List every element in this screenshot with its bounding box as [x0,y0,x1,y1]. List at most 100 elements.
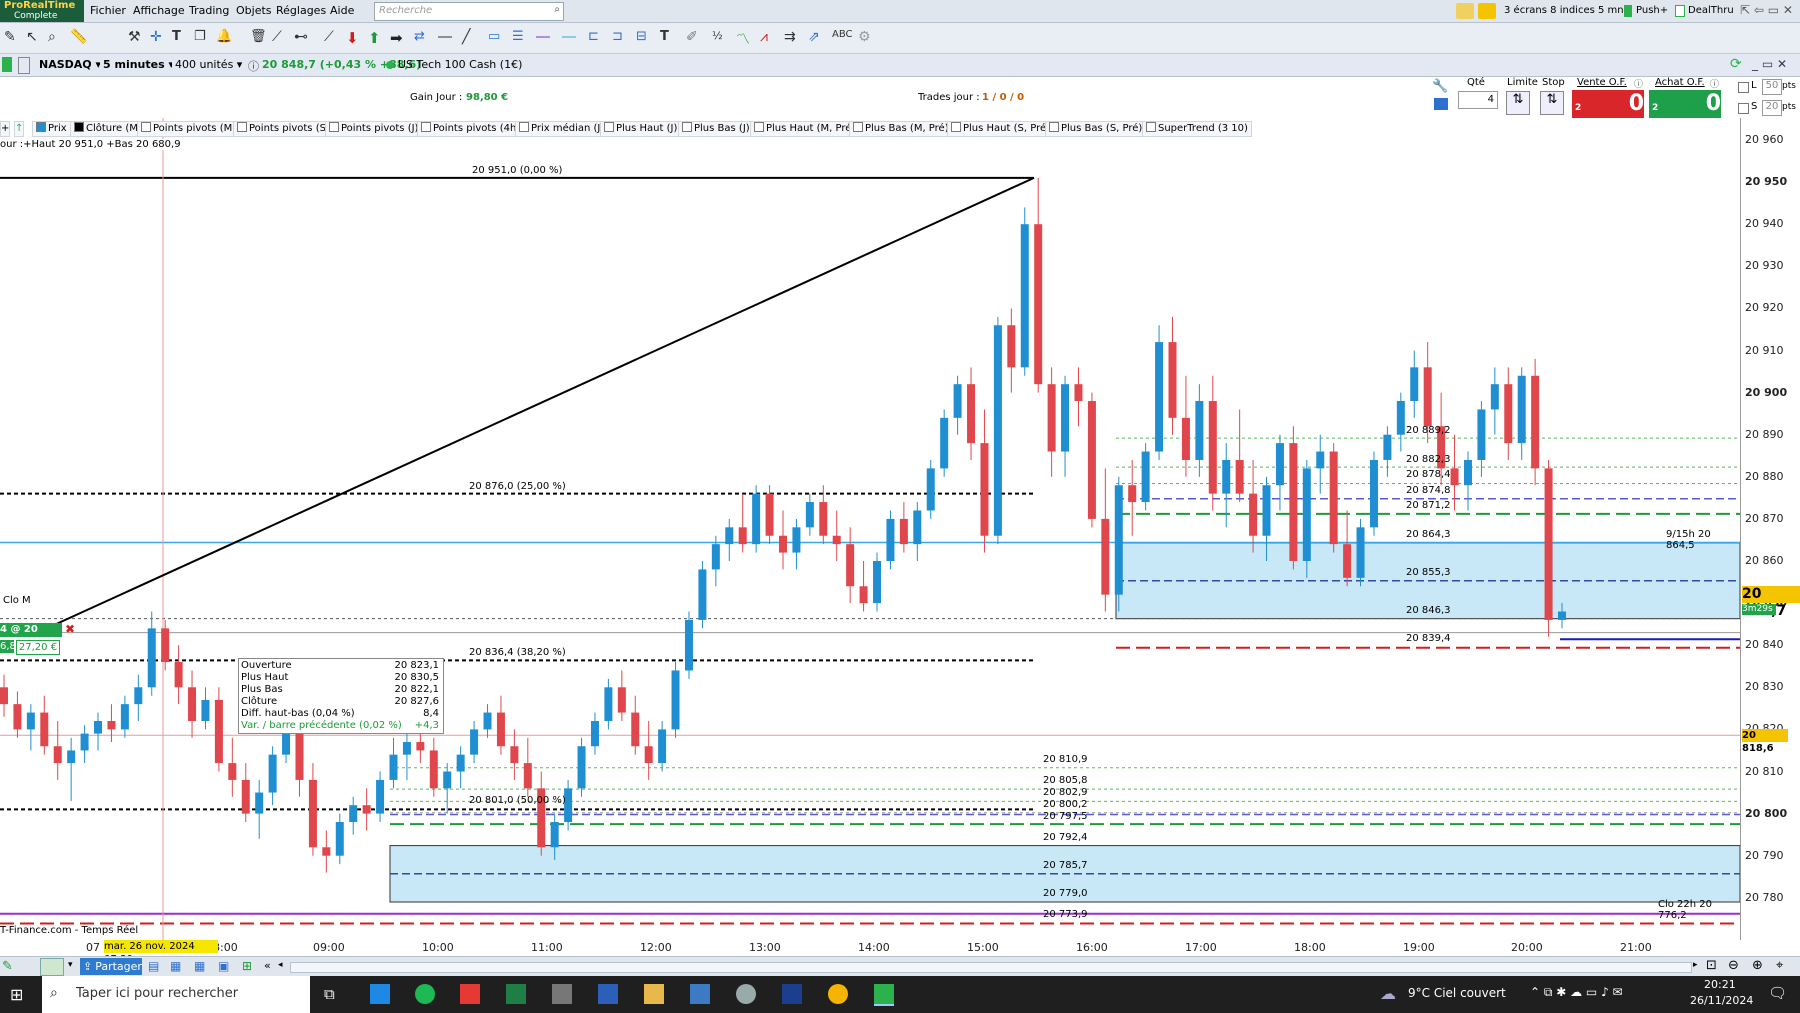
units-dropdown[interactable]: 400 unités ▾ [172,57,246,73]
clock-date[interactable]: 26/11/2024 [1690,994,1753,1007]
table-icon[interactable]: ▦ [194,959,205,973]
legend-supertrend[interactable]: SuperTrend (3 10) [1142,121,1252,137]
time-axis[interactable]: 07 08:00 09:00 10:00 11:00 12:00 13:00 14:00 15:… [0,940,1740,965]
pen-small-icon[interactable]: ✎ [2,959,13,974]
link-icon[interactable] [2,57,12,72]
bell-icon[interactable]: 🔔 [216,29,232,45]
clock-time[interactable]: 20:21 [1704,978,1736,991]
stop-order-button[interactable]: ⇅ [1540,91,1564,115]
indicator-icon[interactable]: ⊞ [242,959,252,973]
legend-low-m-pre[interactable]: Plus Bas (M, Pré) [849,121,953,137]
zoom-out-icon[interactable]: ⊖ [1728,958,1739,973]
info-icon[interactable]: ⓘ [248,58,259,74]
share-button[interactable]: ⇪ Partager [80,958,142,975]
sell-arrow-icon[interactable]: ⬇ [346,29,362,47]
legend-high-j[interactable]: Plus Haut (J) [600,121,682,137]
menu-affichage[interactable]: Affichage [133,4,185,17]
legend-pivots-j[interactable]: Points pivots (J) [325,121,423,137]
notification-icon[interactable]: 🗨 [1768,984,1787,1002]
refresh-icon[interactable]: ⟳ [1730,56,1742,72]
zoom-fit-icon[interactable]: ⊡ [1706,958,1717,973]
close-position-icon[interactable]: ✖ [65,622,75,636]
segment-icon[interactable]: ⊷ [294,29,310,45]
right-arrow-icon[interactable]: ➡ [390,29,406,47]
weather-icon[interactable]: ☁ [1380,984,1396,1003]
alert-icon[interactable] [1456,3,1474,19]
weather-text[interactable]: 9°C Ciel couvert [1408,986,1506,1000]
cursor-icon[interactable]: ↖ [26,29,42,45]
legend-cloture-m[interactable]: Clôture (M) [70,121,146,137]
zoom-in-icon[interactable]: ⊕ [1752,958,1763,973]
chart-canvas[interactable] [0,118,1740,940]
text-box-icon[interactable]: T [660,29,676,45]
trash-icon[interactable]: 🗑 [250,29,267,45]
calculator-icon[interactable] [1434,98,1448,110]
search-icon[interactable]: ⌕ [554,4,560,15]
qty-input[interactable]: 4 [1458,91,1498,109]
abc-icon[interactable]: ABC [832,29,853,45]
parallel-icon[interactable]: ⇉ [784,29,800,45]
lock-icon[interactable] [18,57,30,74]
short-checkbox[interactable] [1738,103,1749,114]
zoom-icon[interactable]: ⌕ [48,29,64,45]
scroll-back-icon[interactable]: « [264,959,271,972]
legend-up-icon[interactable]: ↑ [14,121,24,137]
print-icon[interactable]: ▤ [148,959,159,973]
channel-icon[interactable]: ⇄ [414,29,430,45]
ruler-icon[interactable]: 📏 [70,29,87,45]
pencil-icon[interactable]: ✐ [686,29,702,45]
chart-type-icon[interactable] [40,958,64,976]
scroll-left-icon[interactable]: ◂ [278,960,283,970]
position-tag[interactable]: 4 @ 20 841,4 [0,623,62,649]
calculator-app-icon[interactable] [690,984,710,1004]
ig-app-icon[interactable] [460,984,480,1004]
files-app-icon[interactable] [552,984,572,1004]
screens-info[interactable]: 3 écrans 8 indices 5 mn [1504,5,1624,16]
price-axis[interactable]: 20 960 20 950 20 940 20 930 20 920 20 910 20 9… [1740,118,1800,940]
price-chart[interactable]: + ↑ Prix Clôture (M) Points pivots (M) P… [0,118,1740,940]
purple-line-icon[interactable]: ― [536,29,552,45]
spotify-app-icon[interactable] [415,984,435,1004]
projection-icon[interactable]: ⇗ [808,29,824,45]
range-icon[interactable]: ⊐ [612,29,628,45]
wave-icon[interactable]: 〽 [736,29,752,48]
buy-info-icon[interactable]: ⓘ [1710,77,1719,90]
long-pts-input[interactable]: 50 [1762,79,1782,95]
measure-icon[interactable]: ⊟ [636,29,652,45]
rectangle-icon[interactable]: ▭ [488,29,504,45]
window-small-controls-icon[interactable]: _ ▭ ✕ [1752,57,1787,71]
short-pts-input[interactable]: 20 [1762,100,1782,116]
timeframe-dropdown[interactable]: 5 minutes ▾ [100,57,178,73]
layout-icon[interactable]: ▣ [218,959,229,973]
legend-pivots-4h[interactable]: Points pivots (4h) [417,121,525,137]
vscode-app-icon[interactable] [782,984,802,1004]
menu-fichier[interactable]: Fichier [90,4,126,17]
windows-start-icon[interactable]: ⊞ [10,985,23,1004]
menu-reglages[interactable]: Réglages [276,4,326,17]
long-checkbox[interactable] [1738,82,1749,93]
window-controls-icon[interactable]: ⇱ ⇦ ▭ ✕ [1740,3,1793,17]
horizontal-scrollbar[interactable] [290,962,1692,973]
legend-pivots-m[interactable]: Points pivots (M) [137,121,241,137]
legend-low-j[interactable]: Plus Bas (J) [678,121,754,137]
pen-icon[interactable]: ✎ [4,29,20,45]
chart-type-dropdown-icon[interactable]: ▾ [68,960,73,970]
flag-icon[interactable] [1478,3,1496,19]
bracket-icon[interactable]: ⊏ [588,29,604,45]
task-view-icon[interactable]: ⧉ [324,985,335,1003]
prorealtime-app-icon[interactable] [874,984,894,1006]
browser-app-icon[interactable] [736,984,756,1004]
legend-pivots-s[interactable]: Points pivots (S) [233,121,334,137]
chrome-app-icon[interactable] [828,984,848,1004]
menu-aide[interactable]: Aide [330,4,354,17]
store-app-icon[interactable] [370,984,390,1004]
legend-high-s-pre[interactable]: Plus Haut (S, Pré) [947,121,1055,137]
fib-icon[interactable]: ☰ [512,29,528,45]
diagonal-icon[interactable]: ╱ [462,29,478,45]
crosshair-small-icon[interactable]: ⌖ [1776,958,1783,973]
tray-icons[interactable]: ⌃ ⧉ ✱ ☁ ▭ ♪ ✉ [1530,985,1623,1000]
legend-prix[interactable]: Prix [32,121,71,137]
legend-add-icon[interactable]: + [0,121,10,137]
push-button[interactable]: Push+ [1636,5,1668,16]
limit-order-button[interactable]: ⇅ [1506,91,1530,115]
